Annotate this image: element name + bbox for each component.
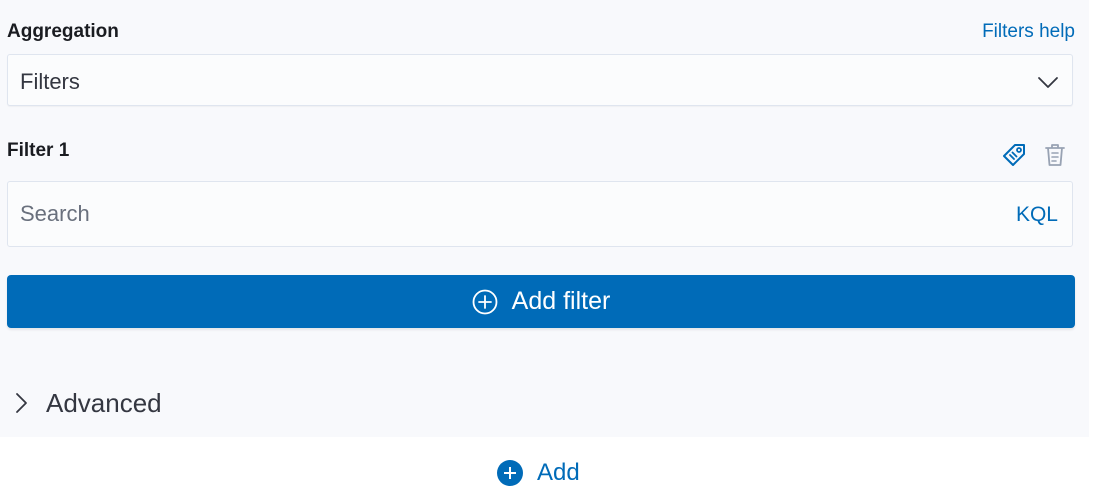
add-aggregation-button[interactable]: Add (497, 460, 580, 486)
filter-1-query-bar: KQL (7, 181, 1073, 247)
add-label: Add (537, 459, 580, 486)
aggregation-select[interactable]: Filters (7, 54, 1073, 106)
advanced-label: Advanced (46, 387, 162, 418)
filters-help-link[interactable]: Filters help (982, 21, 1075, 43)
filter-1-search-input[interactable] (20, 198, 980, 230)
plus-circle-icon (472, 289, 498, 314)
query-language-switcher[interactable]: KQL (1016, 203, 1058, 227)
chevron-right-icon (16, 393, 27, 413)
advanced-toggle[interactable]: Advanced (14, 386, 162, 420)
remove-filter-button[interactable] (1040, 140, 1070, 170)
add-filter-button[interactable]: Add filter (7, 275, 1075, 328)
add-filter-label: Add filter (511, 287, 611, 315)
filter-1-label: Filter 1 (7, 140, 70, 161)
plus-circle-filled-icon (497, 460, 523, 486)
aggregation-label: Aggregation (7, 21, 119, 42)
aggregation-select-value: Filters (20, 69, 80, 94)
trash-icon (1045, 144, 1065, 166)
chevron-down-icon (1038, 77, 1058, 88)
tag-icon (1003, 144, 1025, 166)
filters-aggregation-panel: Aggregation Filters help Filters Filter … (0, 0, 1089, 437)
label-filter-button[interactable] (999, 140, 1029, 170)
